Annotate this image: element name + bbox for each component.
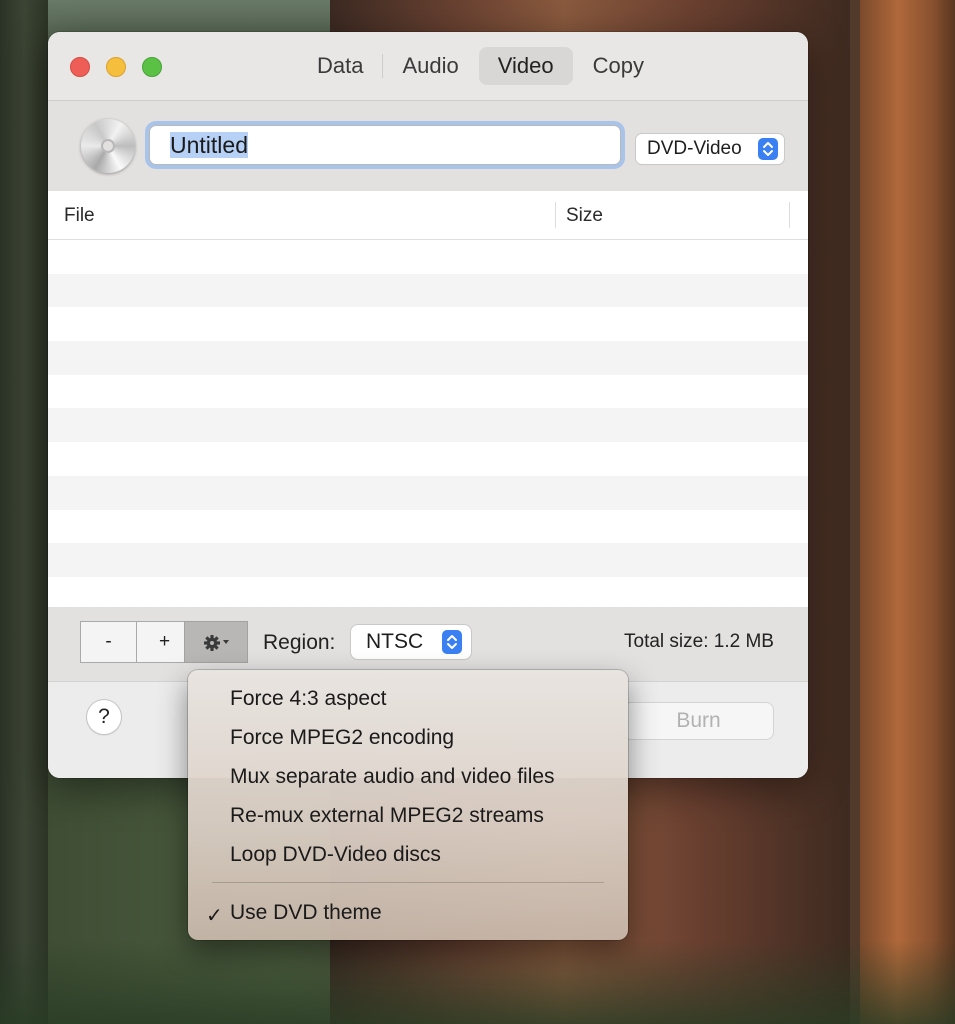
background-ground: [0, 940, 955, 1024]
tab-video[interactable]: Video: [478, 47, 573, 85]
zoom-window-button[interactable]: [142, 57, 162, 77]
column-divider[interactable]: [555, 202, 556, 228]
cd-disc-icon: [81, 119, 135, 173]
menu-item-remux-streams[interactable]: Re-mux external MPEG2 streams: [230, 804, 544, 828]
file-table: File Size: [48, 191, 808, 645]
disc-format-select[interactable]: DVD-Video: [636, 134, 784, 164]
table-row: [48, 273, 808, 308]
menu-separator: [212, 882, 604, 883]
options-dropdown-menu: Force 4:3 aspect Force MPEG2 encoding Mu…: [188, 670, 628, 940]
menu-item-use-dvd-theme[interactable]: Use DVD theme: [230, 901, 382, 925]
title-bar: Data Audio Video Copy: [48, 32, 808, 101]
disc-format-value: DVD-Video: [647, 138, 742, 159]
select-stepper-icon: [758, 138, 778, 160]
burn-window: Data Audio Video Copy Untitled DVD-Video: [48, 32, 808, 778]
region-select[interactable]: NTSC: [351, 625, 471, 659]
column-header-size[interactable]: Size: [566, 205, 603, 227]
add-remove-segmented: - +: [80, 621, 193, 663]
close-window-button[interactable]: [70, 57, 90, 77]
background-tree-left: [0, 0, 48, 1024]
table-row: [48, 543, 808, 577]
tab-copy[interactable]: Copy: [574, 47, 663, 85]
region-label: Region:: [263, 631, 336, 654]
mode-tabs: Data Audio Video Copy: [298, 46, 663, 86]
remove-file-button[interactable]: -: [81, 622, 137, 662]
column-header-file[interactable]: File: [64, 205, 95, 227]
table-row: [48, 408, 808, 443]
column-divider[interactable]: [789, 202, 790, 228]
table-body[interactable]: [48, 240, 808, 645]
select-stepper-icon: [442, 630, 462, 654]
table-row: [48, 341, 808, 375]
menu-item-mux-separate[interactable]: Mux separate audio and video files: [230, 765, 555, 789]
table-header: File Size: [48, 191, 808, 240]
desktop-background: Data Audio Video Copy Untitled DVD-Video: [0, 0, 955, 1024]
table-row: [48, 375, 808, 409]
tab-data[interactable]: Data: [298, 47, 382, 85]
disc-title-input[interactable]: Untitled: [149, 125, 621, 165]
gear-icon: [204, 635, 229, 651]
table-row: [48, 307, 808, 341]
region-value: NTSC: [366, 630, 424, 653]
background-tree-right: [860, 0, 955, 1024]
burn-button[interactable]: Burn: [624, 703, 773, 739]
table-row: [48, 442, 808, 476]
minimize-window-button[interactable]: [106, 57, 126, 77]
table-row: [48, 475, 808, 510]
total-size-label: Total size: 1.2 MB: [624, 631, 774, 652]
table-row: [48, 240, 808, 274]
tab-audio[interactable]: Audio: [383, 47, 477, 85]
options-gear-button[interactable]: [184, 621, 248, 663]
table-row: [48, 510, 808, 544]
checkmark-icon: ✓: [206, 905, 223, 927]
disc-name-bar: Untitled DVD-Video: [48, 101, 808, 191]
disc-title-text: Untitled: [170, 132, 248, 158]
table-row: [48, 577, 808, 611]
menu-item-loop-discs[interactable]: Loop DVD-Video discs: [230, 843, 441, 867]
menu-item-force-aspect[interactable]: Force 4:3 aspect: [230, 687, 386, 711]
help-button[interactable]: ?: [87, 700, 121, 734]
menu-item-force-mpeg2[interactable]: Force MPEG2 encoding: [230, 726, 454, 750]
